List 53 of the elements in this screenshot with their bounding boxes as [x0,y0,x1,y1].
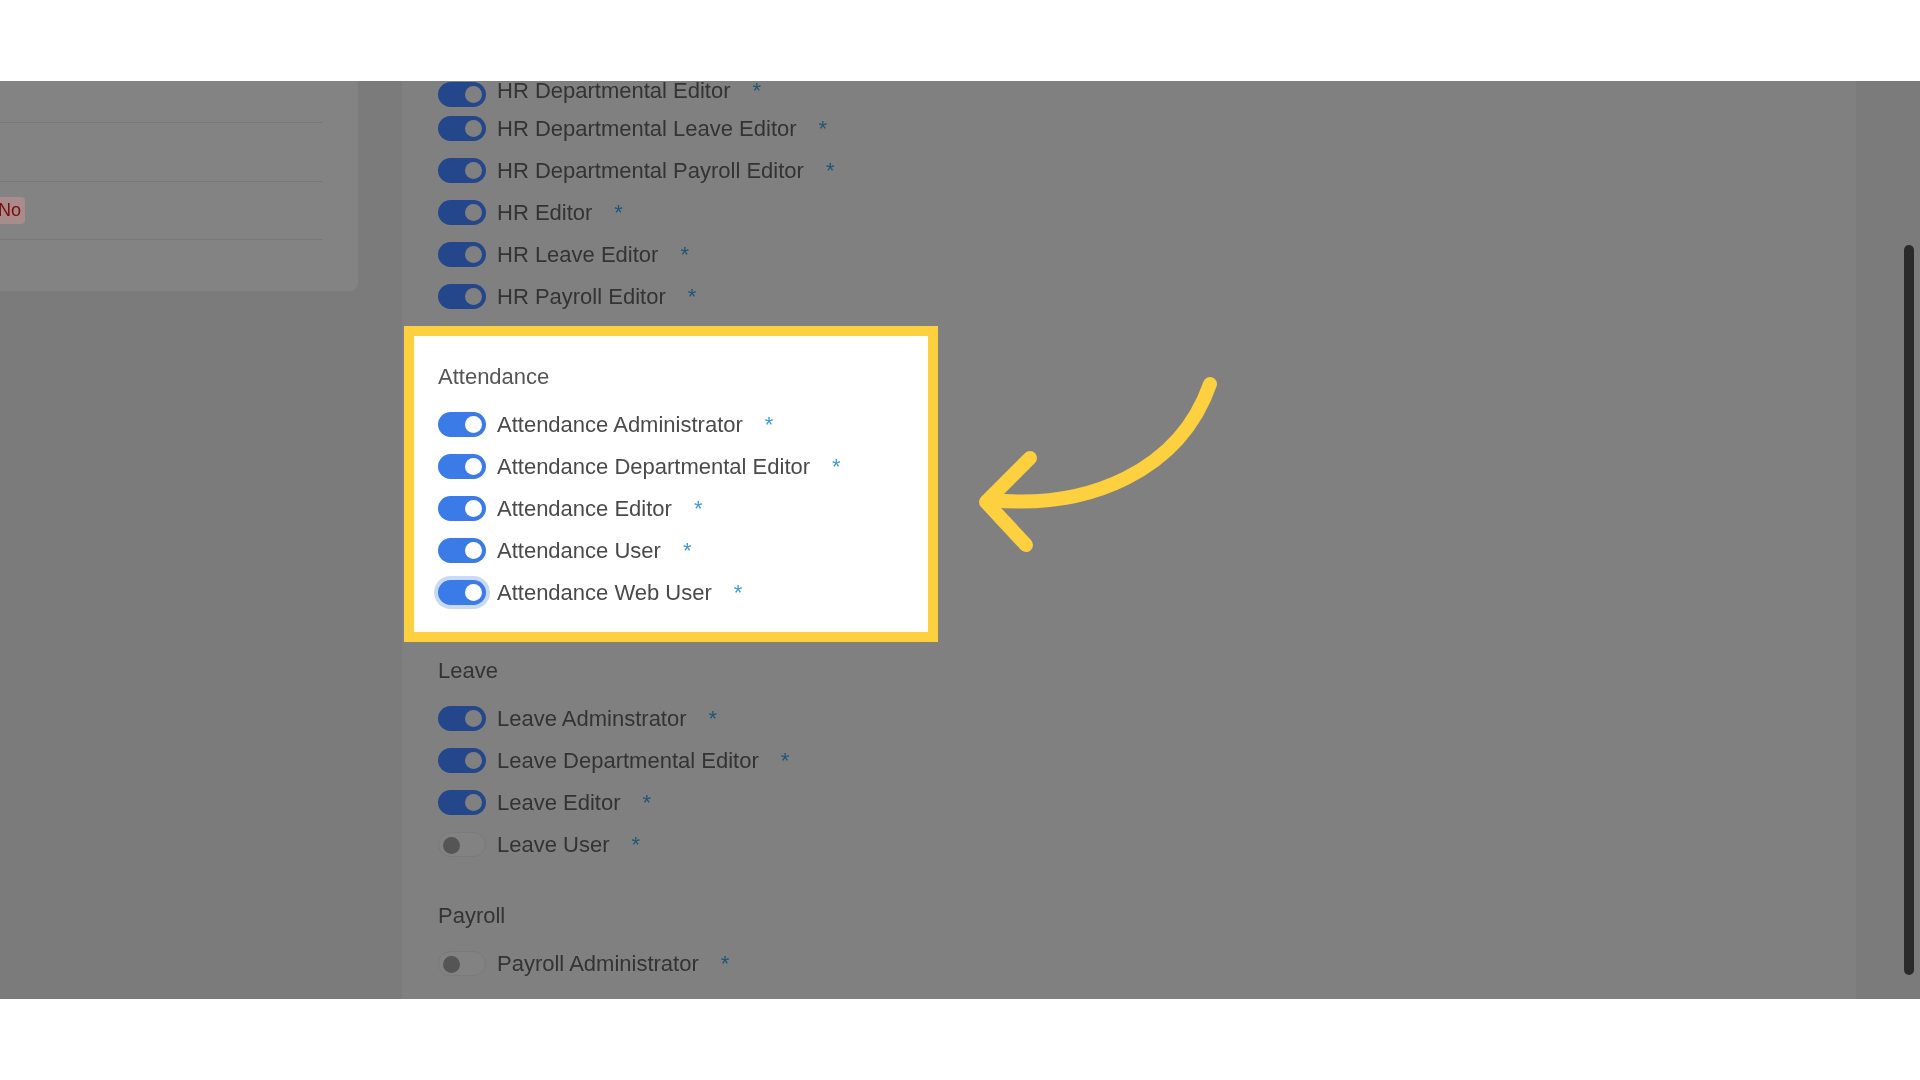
required-asterisk: * [682,536,692,565]
toggle-switch[interactable] [438,453,486,479]
role-label: Leave Adminstrator [497,704,687,733]
required-asterisk: * [680,240,689,269]
toggle-switch[interactable] [438,82,486,107]
role-label: HR Departmental Leave Editor [497,114,797,143]
scrollbar-thumb[interactable] [1904,245,1914,975]
required-asterisk: * [720,949,730,978]
role-label: Attendance User [497,536,661,565]
section-heading: Leave [438,656,498,685]
required-asterisk: * [614,198,623,227]
role-label: Attendance Web User [497,578,712,607]
required-asterisk: * [780,746,790,775]
toggle-switch[interactable] [438,199,486,225]
toggle-switch[interactable] [438,495,486,521]
toggle-switch[interactable] [438,831,486,857]
toggle-switch[interactable] [438,789,486,815]
toggle-switch[interactable] [438,411,486,437]
role-label: Attendance Departmental Editor [497,452,811,481]
toggle-switch[interactable] [438,283,486,309]
required-asterisk: * [752,81,762,105]
role-label: HR Departmental Payroll Editor [497,156,804,185]
required-asterisk: * [733,578,743,607]
section-heading: Payroll [438,901,506,930]
required-asterisk: * [708,704,718,733]
role-label: HR Payroll Editor [497,282,666,311]
required-asterisk: * [631,830,641,859]
role-label: HR Leave Editor [497,240,659,269]
toggle-switch[interactable] [438,537,486,563]
required-asterisk: * [832,452,841,481]
toggle-switch[interactable] [438,115,486,141]
role-label: Leave User [497,830,610,859]
toggle-switch[interactable] [438,157,486,183]
toggle-switch[interactable] [438,705,486,731]
required-asterisk: * [687,282,697,311]
required-asterisk: * [818,114,828,143]
role-label: Attendance Administrator [497,410,743,439]
required-asterisk: * [764,410,774,439]
section-heading: Attendance [438,362,550,391]
required-asterisk: * [825,156,835,185]
required-asterisk: * [642,788,652,817]
role-label: Payroll Administrator [497,949,699,978]
toggle-switch[interactable] [438,579,486,605]
no-badge: No [0,197,25,224]
toggle-switch[interactable] [438,747,486,773]
role-label: HR Editor [497,198,593,227]
toggle-switch[interactable] [438,950,486,976]
role-label: Attendance Editor [497,494,672,523]
required-asterisk: * [693,494,703,523]
toggle-switch[interactable] [438,241,486,267]
role-label: Leave Departmental Editor [497,746,759,775]
role-label: HR Departmental Editor [497,81,731,105]
role-label: Leave Editor [497,788,621,817]
